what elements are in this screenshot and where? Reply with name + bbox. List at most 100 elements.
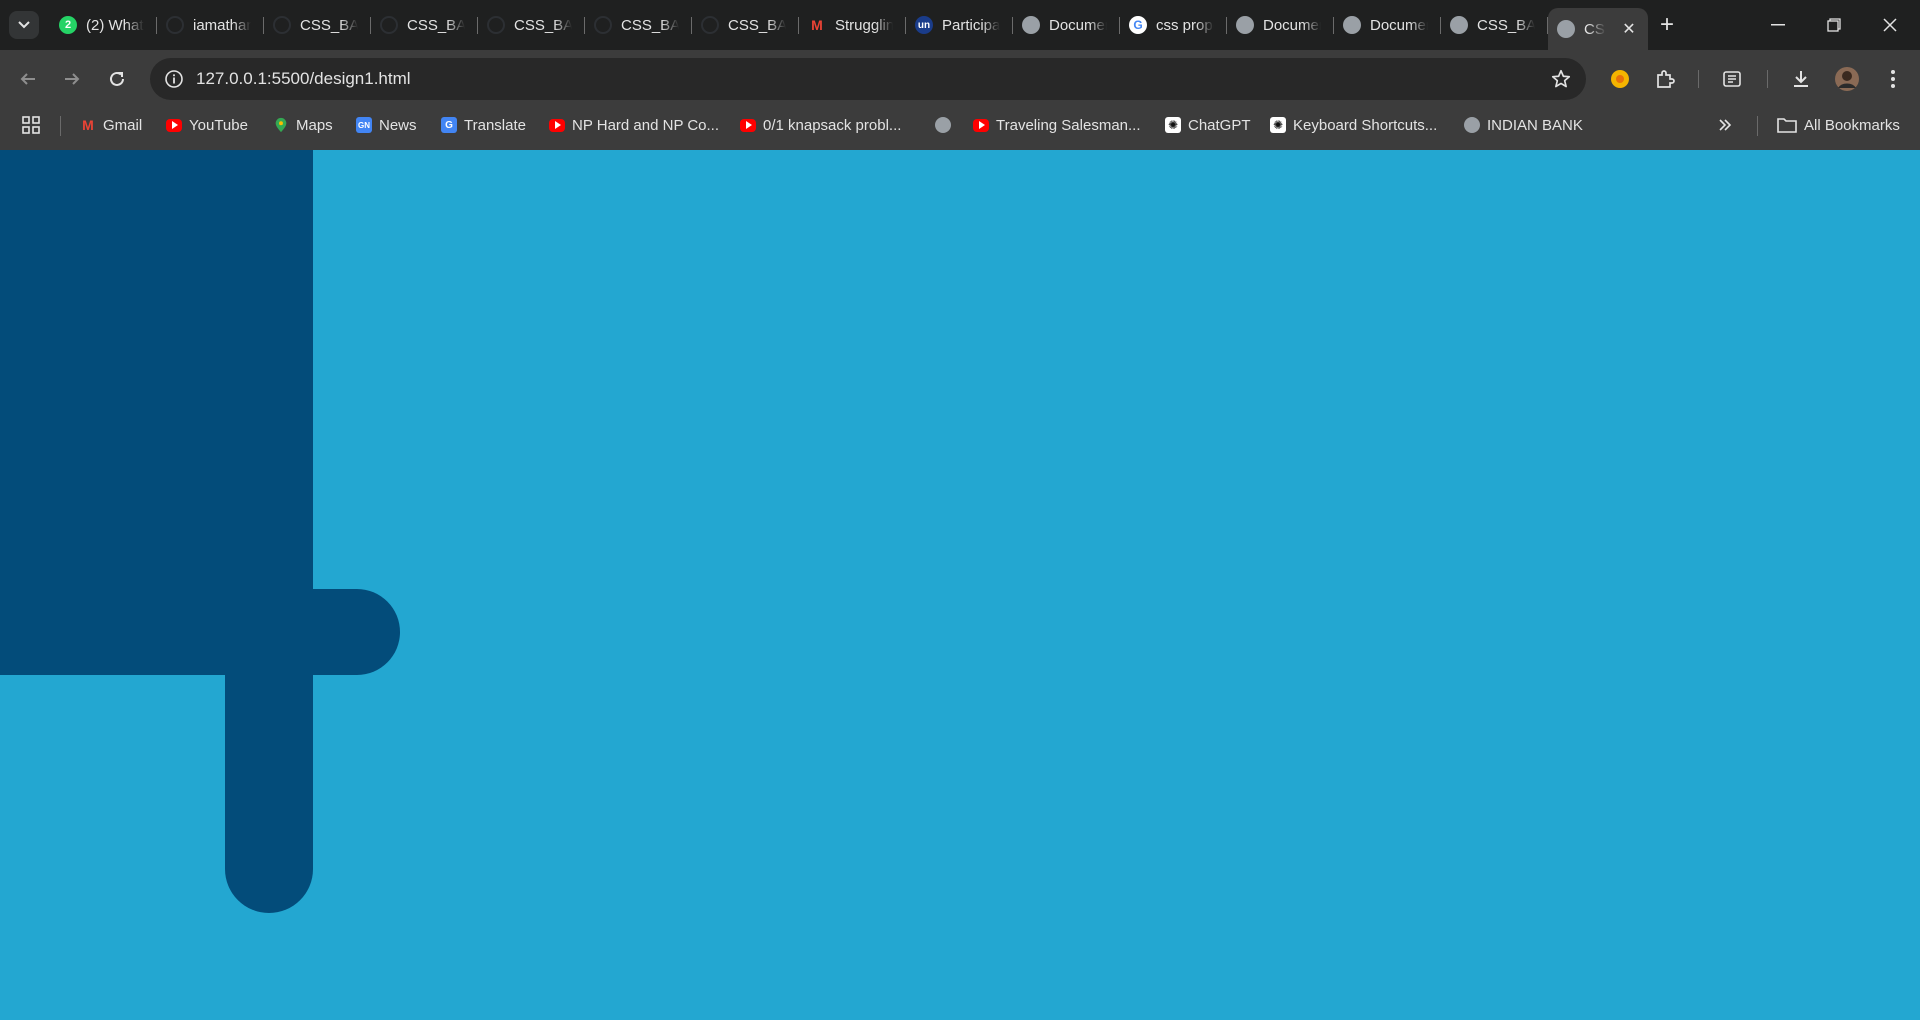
tab-label: CSS <box>1584 20 1606 38</box>
tab-css-battle[interactable]: CSS_BATTLE <box>1441 0 1548 50</box>
bookmarks-overflow-button[interactable] <box>1718 108 1732 142</box>
browser-toolbar: 127.0.0.1:5500/design1.html <box>0 50 1920 108</box>
unstop-icon: un <box>915 16 933 34</box>
toolbar-divider <box>1767 70 1768 88</box>
new-tab-button[interactable]: + <box>1652 10 1682 40</box>
tab-document[interactable]: Document <box>1013 0 1120 50</box>
url-text[interactable]: 127.0.0.1:5500/design1.html <box>196 69 411 89</box>
reading-list-icon[interactable] <box>1719 66 1745 92</box>
globe-icon <box>1464 117 1480 133</box>
tab-label: CSS_BATTLE <box>621 16 679 34</box>
tab-label: Participants <box>942 16 1000 34</box>
restore-button[interactable] <box>1806 0 1862 50</box>
download-icon[interactable] <box>1788 66 1814 92</box>
page-canvas <box>0 150 1920 1020</box>
tab-css-battle[interactable]: CSS_BATTLE <box>264 0 371 50</box>
tab-label: Document <box>1049 16 1107 34</box>
bookmark-label: Translate <box>464 116 526 134</box>
globe-icon <box>1236 16 1254 34</box>
tab-unstop[interactable]: un Participants <box>906 0 1013 50</box>
minimize-icon <box>1771 24 1785 26</box>
tab-active[interactable]: CSS ✕ <box>1548 8 1648 50</box>
bookmark-np-hard[interactable]: NP Hard and NP Co... <box>549 108 719 142</box>
tab-document[interactable]: Document <box>1227 0 1334 50</box>
bookmark-chatgpt[interactable]: ✺ ChatGPT <box>1165 108 1251 142</box>
tab-css-battle[interactable]: CSS_BATTLE <box>692 0 799 50</box>
bookmark-star-icon[interactable] <box>1550 68 1572 90</box>
reload-icon <box>110 71 124 86</box>
tab-search-button[interactable] <box>9 11 39 39</box>
bookmark-gmail[interactable]: M Gmail <box>80 108 142 142</box>
dark-blue-down-tab <box>225 590 313 913</box>
globe-icon <box>1557 20 1575 38</box>
tab-github[interactable]: iamathan <box>157 0 264 50</box>
site-info-icon[interactable] <box>162 67 186 91</box>
github-icon <box>594 16 612 34</box>
bookmark-tsp[interactable]: Traveling Salesman... <box>973 108 1141 142</box>
bookmark-label: INDIAN BANK <box>1487 116 1583 134</box>
chevron-down-icon <box>18 21 30 29</box>
bookmark-maps[interactable]: Maps <box>273 108 333 142</box>
youtube-icon <box>549 118 565 132</box>
forward-button[interactable] <box>57 64 87 94</box>
apps-grid-icon <box>22 116 40 134</box>
bookmark-indian-bank[interactable]: INDIAN BANK <box>1464 108 1583 142</box>
arrow-left-icon <box>20 73 35 85</box>
apps-button[interactable] <box>21 108 41 142</box>
bookmark-keyboard-shortcuts[interactable]: ✺ Keyboard Shortcuts... <box>1270 108 1437 142</box>
back-button[interactable] <box>13 64 43 94</box>
folder-icon <box>1777 118 1797 133</box>
reload-button[interactable] <box>102 64 132 94</box>
tab-label: CSS_BATTLE <box>300 16 358 34</box>
tab-document[interactable]: Document <box>1334 0 1441 50</box>
whatsapp-icon: 2 <box>59 16 77 34</box>
address-bar[interactable]: 127.0.0.1:5500/design1.html <box>150 58 1586 100</box>
bookmark-youtube[interactable]: YouTube <box>166 108 248 142</box>
tab-label: Document <box>1263 16 1321 34</box>
all-bookmarks-button[interactable]: All Bookmarks <box>1777 108 1900 142</box>
extensions-icon[interactable] <box>1652 66 1678 92</box>
tab-whatsapp[interactable]: 2 (2) WhatsApp <box>50 0 157 50</box>
bookmarks-divider <box>60 116 61 136</box>
bookmark-news[interactable]: GN News <box>356 108 417 142</box>
globe-icon <box>935 117 951 133</box>
bookmark-label: Keyboard Shortcuts... <box>1293 116 1438 134</box>
more-options-icon[interactable] <box>1880 66 1906 92</box>
translate-icon: G <box>441 117 457 133</box>
tab-list: 2 (2) WhatsApp iamathan CSS_BATTLE CSS_B… <box>50 0 1648 50</box>
tab-label: (2) WhatsApp <box>86 16 144 34</box>
github-icon <box>487 16 505 34</box>
extension-badge-icon[interactable] <box>1607 66 1633 92</box>
chatgpt-icon: ✺ <box>1165 117 1181 133</box>
close-tab-icon[interactable]: ✕ <box>1620 20 1638 38</box>
bookmark-label: YouTube <box>189 116 248 134</box>
bookmark-knapsack[interactable]: 0/1 knapsack probl... <box>740 108 901 142</box>
minimize-button[interactable] <box>1750 0 1806 50</box>
chatgpt-icon: ✺ <box>1270 117 1286 133</box>
bookmark-label: ChatGPT <box>1188 116 1251 134</box>
tab-css-battle[interactable]: CSS_BATTLE <box>585 0 692 50</box>
youtube-icon <box>166 118 182 132</box>
tab-label: CSS_BATTLE <box>514 16 572 34</box>
globe-icon <box>1343 16 1361 34</box>
bookmark-label: Traveling Salesman... <box>996 116 1141 134</box>
arrow-right-icon <box>65 73 80 85</box>
tab-css-battle[interactable]: CSS_BATTLE <box>478 0 585 50</box>
bookmark-globe[interactable] <box>935 108 958 142</box>
google-icon: G <box>1129 16 1147 34</box>
bookmark-label: Maps <box>296 116 333 134</box>
bookmarks-bar: M Gmail YouTube Maps GN News G Translate… <box>0 108 1920 150</box>
all-bookmarks-label: All Bookmarks <box>1804 116 1900 134</box>
profile-avatar[interactable] <box>1834 66 1860 92</box>
tab-strip: 2 (2) WhatsApp iamathan CSS_BATTLE CSS_B… <box>0 0 1920 50</box>
tab-gmail[interactable]: M Struggling <box>799 0 906 50</box>
gmail-icon: M <box>811 17 823 33</box>
close-window-button[interactable] <box>1862 0 1918 50</box>
tab-css-battle[interactable]: CSS_BATTLE <box>371 0 478 50</box>
bookmarks-divider <box>1757 116 1758 136</box>
bookmark-translate[interactable]: G Translate <box>441 108 526 142</box>
globe-icon <box>1450 16 1468 34</box>
bookmark-label: NP Hard and NP Co... <box>572 116 720 134</box>
tab-google[interactable]: G css property <box>1120 0 1227 50</box>
gmail-icon: M <box>82 117 94 133</box>
